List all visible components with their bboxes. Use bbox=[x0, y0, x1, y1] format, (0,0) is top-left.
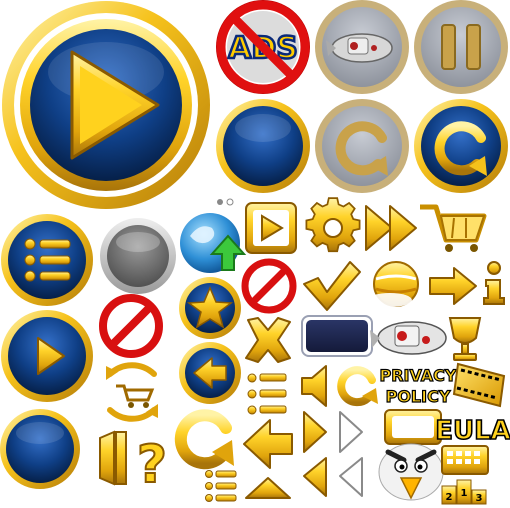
fast-forward-icon bbox=[365, 205, 417, 251]
planet-icon bbox=[368, 261, 419, 307]
list-icon bbox=[24, 238, 71, 282]
bird-face-icon bbox=[378, 443, 444, 501]
door-icon bbox=[99, 430, 127, 486]
close-icon bbox=[245, 317, 291, 363]
list-button-bottom[interactable] bbox=[205, 470, 237, 502]
star-button[interactable] bbox=[179, 277, 241, 339]
spaceship-icon bbox=[370, 321, 447, 355]
next-small-button[interactable] bbox=[303, 411, 327, 453]
replay-icon bbox=[174, 409, 234, 470]
eula-button[interactable]: EULA bbox=[434, 415, 510, 447]
settings-gear-button[interactable] bbox=[305, 197, 361, 253]
refresh-button[interactable] bbox=[337, 366, 378, 407]
gray-button[interactable] bbox=[100, 218, 176, 294]
replay-icon bbox=[337, 366, 378, 407]
ship-button[interactable] bbox=[370, 321, 447, 355]
no-ads-button[interactable]: ADS bbox=[216, 0, 310, 94]
prev-small-button-disabled[interactable] bbox=[339, 457, 363, 497]
play-outline-icon bbox=[339, 411, 363, 453]
fast-forward-button[interactable] bbox=[365, 205, 417, 251]
prev-small-button[interactable] bbox=[303, 457, 327, 497]
play-icon bbox=[303, 411, 327, 453]
keypad-button[interactable] bbox=[441, 445, 489, 475]
play-button-medium[interactable] bbox=[1, 310, 93, 402]
close-x-button[interactable] bbox=[245, 317, 291, 363]
big-play-button[interactable] bbox=[2, 1, 210, 209]
question-mark-icon: ? bbox=[137, 435, 167, 495]
list-small-button[interactable] bbox=[247, 373, 287, 415]
next-small-button-disabled[interactable] bbox=[339, 411, 363, 453]
shopping-cart-icon bbox=[420, 204, 487, 252]
ship-button-disabled[interactable] bbox=[315, 0, 409, 94]
bird-character[interactable] bbox=[378, 443, 444, 501]
planet-button[interactable] bbox=[368, 261, 419, 307]
globe-upload-button[interactable] bbox=[180, 213, 247, 273]
refresh-button-large[interactable] bbox=[174, 409, 234, 470]
pause-button-disabled[interactable] bbox=[414, 0, 508, 94]
dark-panel bbox=[301, 315, 373, 357]
menu-list-button[interactable] bbox=[1, 214, 93, 306]
podium-icon: 2 1 3 bbox=[441, 479, 487, 505]
sound-button[interactable] bbox=[301, 365, 327, 407]
checkmark-icon bbox=[303, 261, 361, 311]
podium-second-label: 2 bbox=[446, 492, 453, 503]
info-button[interactable] bbox=[483, 261, 505, 305]
restore-purchase-button[interactable] bbox=[106, 362, 158, 422]
confirm-check-button[interactable] bbox=[303, 261, 361, 311]
leaderboard-button[interactable]: 2 1 3 bbox=[441, 479, 487, 505]
shop-cart-button[interactable] bbox=[420, 204, 487, 252]
trophy-icon bbox=[448, 317, 482, 361]
blank-navy-button-small[interactable] bbox=[0, 409, 80, 489]
page-dots bbox=[217, 198, 234, 206]
arrow-left-icon bbox=[243, 419, 293, 469]
podium-first-label: 1 bbox=[461, 488, 468, 499]
list-icon bbox=[205, 470, 237, 502]
rewind-icon bbox=[303, 457, 327, 497]
policy-label: POLICY bbox=[386, 387, 451, 406]
trophy-button[interactable] bbox=[448, 317, 482, 361]
back-arrow-button[interactable] bbox=[243, 419, 293, 469]
rewind-outline-icon bbox=[339, 457, 363, 497]
framed-play-button[interactable] bbox=[245, 202, 297, 254]
info-icon bbox=[483, 261, 505, 305]
exit-button[interactable] bbox=[99, 430, 127, 486]
help-button[interactable]: ? bbox=[136, 434, 168, 496]
video-button[interactable] bbox=[452, 362, 506, 408]
cart-refresh-icon bbox=[106, 362, 158, 422]
back-button[interactable] bbox=[179, 342, 241, 404]
arrow-right-icon bbox=[429, 267, 477, 305]
empty-frame-button[interactable] bbox=[384, 409, 442, 445]
next-arrow-button[interactable] bbox=[429, 267, 477, 305]
prohibit-button-large[interactable] bbox=[99, 294, 163, 358]
eula-label: EULA bbox=[435, 416, 510, 446]
film-strip-icon bbox=[452, 362, 506, 408]
gear-icon bbox=[305, 197, 361, 253]
prohibit-button[interactable] bbox=[241, 258, 297, 314]
blank-navy-button[interactable] bbox=[216, 99, 310, 193]
replay-button-disabled[interactable] bbox=[315, 99, 409, 193]
ui-sprite-sheet: ADS bbox=[0, 0, 510, 505]
up-arrow-button[interactable] bbox=[245, 477, 291, 499]
podium-third-label: 3 bbox=[476, 493, 483, 504]
keypad-icon bbox=[441, 445, 489, 475]
replay-button[interactable] bbox=[414, 99, 508, 193]
privacy-label: PRIVACY bbox=[379, 366, 456, 385]
speaker-icon bbox=[301, 365, 327, 407]
list-icon bbox=[247, 373, 287, 415]
privacy-policy-button[interactable]: PRIVACY POLICY bbox=[379, 365, 458, 406]
arrow-up-icon bbox=[245, 477, 291, 499]
